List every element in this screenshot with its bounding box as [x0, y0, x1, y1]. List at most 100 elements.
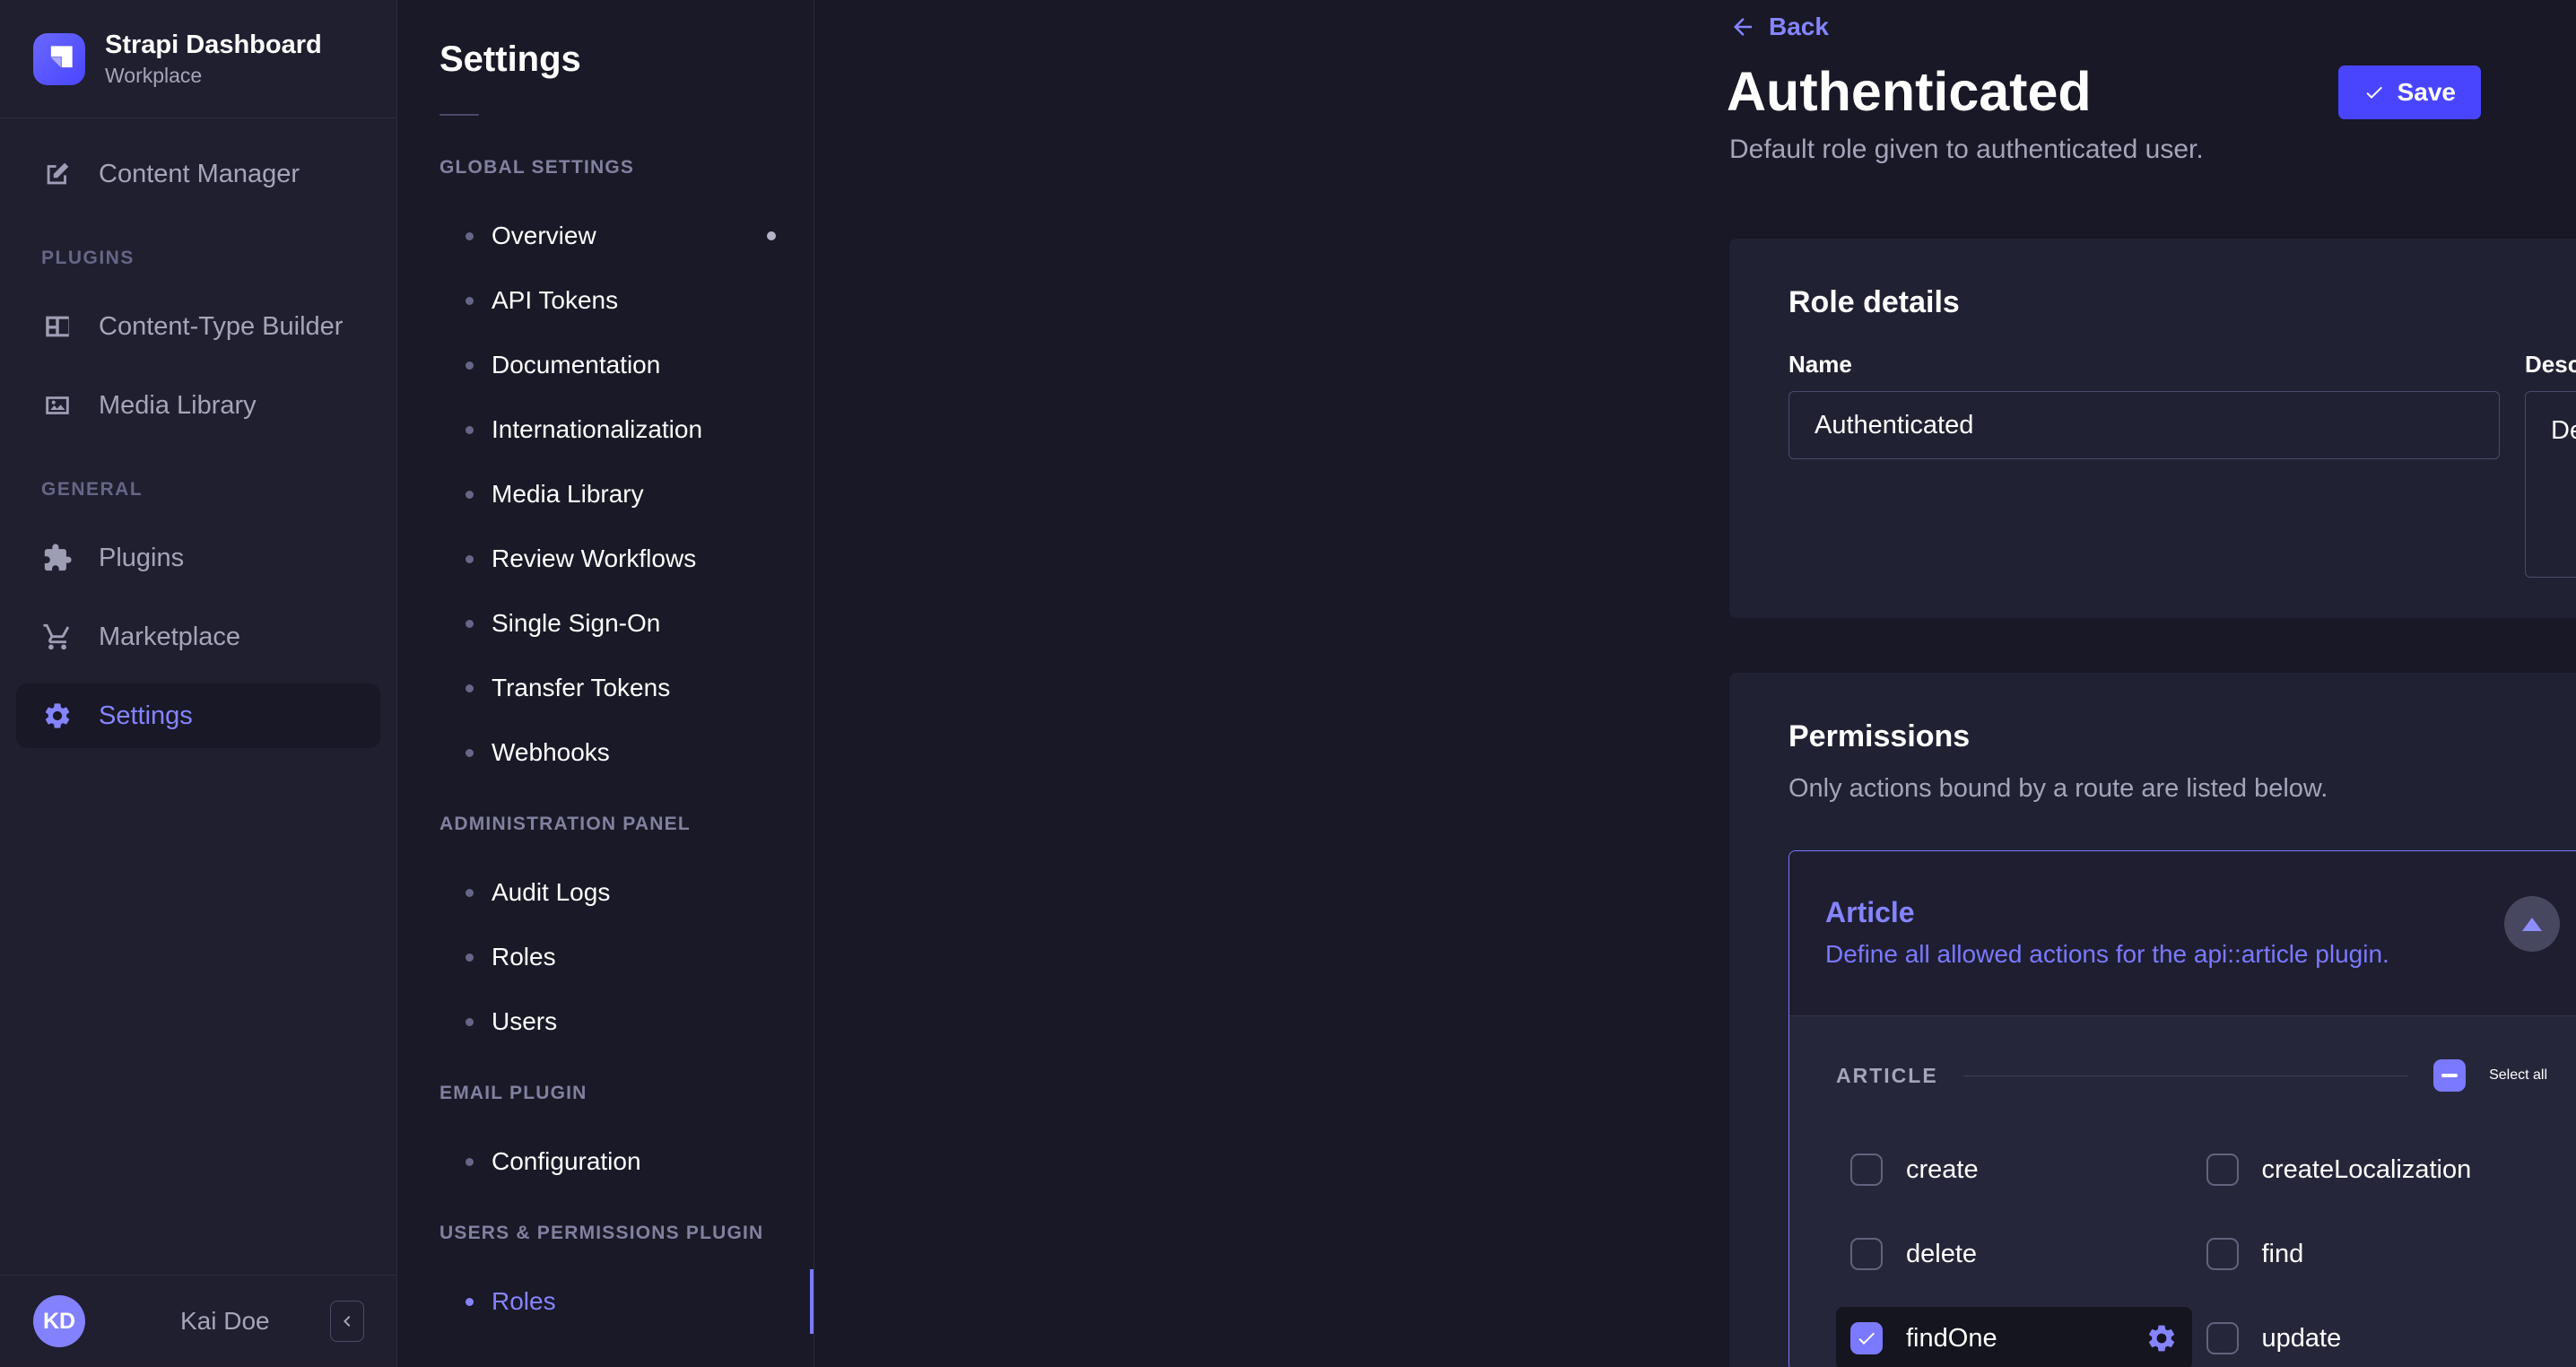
unchecked-checkbox[interactable]: [2206, 1238, 2239, 1270]
settings-section-items: Roles: [397, 1269, 814, 1334]
main-sidebar: Strapi Dashboard Workplace Content Manag…: [0, 0, 397, 1367]
settings-nav-item-transfer-tokens[interactable]: Transfer Tokens: [397, 663, 814, 713]
permission-label: findOne: [1906, 1323, 1997, 1353]
main-nav-section: PLUGINS Content-Type Builder Media Library: [16, 248, 380, 438]
description-label: Description: [2525, 351, 2576, 378]
sidebar-item-label: Content Manager: [99, 159, 300, 188]
caret-up-icon: [2522, 917, 2542, 931]
settings-nav-item-users[interactable]: Users: [397, 997, 814, 1047]
bullet-icon: [466, 1017, 474, 1026]
settings-nav-section: USERS & PERMISSIONS PLUGIN Roles: [397, 1223, 814, 1334]
accordion-title: Article: [1825, 896, 1915, 928]
settings-nav-item-roles[interactable]: Roles: [397, 932, 814, 982]
sidebar-item-marketplace[interactable]: Marketplace: [16, 605, 380, 669]
avatar[interactable]: KD: [33, 1295, 85, 1347]
settings-section-items: Audit Logs Roles Users: [397, 867, 814, 1047]
settings-nav-item-api-tokens[interactable]: API Tokens: [397, 275, 814, 326]
sidebar-item-label: Settings: [99, 701, 193, 730]
page-title: Authenticated: [1727, 61, 2092, 122]
settings-nav-item-label: Transfer Tokens: [492, 674, 671, 701]
settings-nav-item-audit-logs[interactable]: Audit Logs: [397, 867, 814, 918]
settings-nav-item-label: Configuration: [492, 1147, 641, 1175]
description-textarea[interactable]: Default role given to authenticated user…: [2525, 391, 2576, 578]
unchecked-checkbox[interactable]: [2206, 1322, 2239, 1354]
settings-nav-item-roles[interactable]: Roles: [397, 1269, 814, 1334]
strapi-logo-icon: [33, 32, 85, 85]
sidebar-item-content-manager[interactable]: Content Manager: [16, 142, 380, 206]
nav-items: Content Manager: [16, 142, 380, 206]
select-all-checkbox[interactable]: [2433, 1059, 2467, 1092]
settings-nav-list: GLOBAL SETTINGS Overview API Tokens Documen…: [397, 157, 814, 1334]
settings-nav-item-internationalization[interactable]: Internationalization: [397, 405, 814, 455]
select-all-control[interactable]: Select all: [2433, 1059, 2547, 1092]
name-field-group: Name: [1788, 351, 2500, 582]
settings-nav-item-webhooks[interactable]: Webhooks: [397, 727, 814, 778]
accordion-description: Define all allowed actions for the api::…: [1825, 940, 2389, 968]
arrow-left-icon: [1729, 13, 1756, 40]
collapse-sidebar-button[interactable]: [330, 1301, 364, 1342]
bullet-icon: [466, 231, 474, 240]
bullet-icon: [466, 425, 474, 434]
settings-nav-item-documentation[interactable]: Documentation: [397, 340, 814, 390]
settings-section-heading: USERS & PERMISSIONS PLUGIN: [439, 1223, 764, 1243]
nav-items: Content-Type Builder Media Library: [16, 294, 380, 438]
settings-nav-item-label: Webhooks: [492, 738, 610, 766]
permission-item-createlocalization[interactable]: createLocalization: [2192, 1138, 2548, 1201]
collapse-accordion-button[interactable]: [2504, 896, 2560, 952]
permission-item-create[interactable]: create: [1836, 1138, 2192, 1201]
permission-label: createLocalization: [2261, 1154, 2472, 1184]
checked-checkbox[interactable]: [1850, 1322, 1883, 1354]
user-profile-row: KD Kai Doe: [0, 1275, 396, 1367]
settings-nav-item-media-library[interactable]: Media Library: [397, 469, 814, 519]
settings-nav-item-label: API Tokens: [492, 286, 619, 314]
unchecked-checkbox[interactable]: [1850, 1154, 1883, 1186]
gear-icon[interactable]: [2145, 1322, 2178, 1354]
sidebar-item-plugins[interactable]: Plugins: [16, 526, 380, 590]
settings-nav-item-single-sign-on[interactable]: Single Sign-On: [397, 598, 814, 649]
settings-nav-item-label: Users: [492, 1007, 558, 1035]
name-input[interactable]: [1788, 391, 2500, 459]
article-accordion-header[interactable]: Article Define all allowed actions for t…: [1789, 851, 2576, 1015]
select-all-label: Select all: [2489, 1067, 2547, 1083]
settings-nav-item-label: Review Workflows: [492, 544, 697, 572]
user-name: Kai Doe: [180, 1307, 270, 1335]
sidebar-item-label: Plugins: [99, 543, 185, 572]
save-label: Save: [2397, 78, 2456, 106]
settings-nav-item-review-workflows[interactable]: Review Workflows: [397, 534, 814, 584]
sidebar-item-media-library[interactable]: Media Library: [16, 373, 380, 438]
divider: [1962, 1075, 2409, 1076]
action-group-label: ARTICLE: [1836, 1063, 1938, 1087]
main-content: Back Authenticated Default role given to…: [814, 0, 2576, 1367]
sidebar-item-settings[interactable]: Settings: [16, 684, 380, 748]
bullet-icon: [466, 748, 474, 757]
settings-nav-item-overview[interactable]: Overview: [397, 211, 814, 261]
nav-section-heading: PLUGINS: [41, 248, 135, 268]
settings-nav-item-configuration[interactable]: Configuration: [397, 1136, 814, 1187]
unchecked-checkbox[interactable]: [2206, 1154, 2239, 1186]
bullet-icon: [466, 554, 474, 563]
settings-nav-item-label: Overview: [492, 222, 596, 249]
settings-nav-item-label: Roles: [492, 1287, 556, 1315]
workspace-switcher[interactable]: Strapi Dashboard Workplace: [0, 0, 396, 118]
permission-item-findone[interactable]: findOne: [1836, 1307, 2192, 1367]
sidebar-item-content-type-builder[interactable]: Content-Type Builder: [16, 294, 380, 359]
sidebar-item-label: Media Library: [99, 390, 257, 420]
bullet-icon: [466, 953, 474, 962]
bullet-icon: [466, 1157, 474, 1166]
permission-item-find[interactable]: find: [2192, 1223, 2548, 1285]
permission-item-update[interactable]: update: [2192, 1307, 2548, 1367]
unchecked-checkbox[interactable]: [1850, 1238, 1883, 1270]
settings-sidebar: Settings GLOBAL SETTINGS Overview API Toke…: [397, 0, 814, 1367]
permission-label: create: [1906, 1154, 1979, 1184]
nav-section-heading: GENERAL: [41, 479, 144, 500]
content-type-builder-icon: [41, 310, 74, 343]
settings-sidebar-title: Settings: [439, 39, 581, 79]
article-accordion: Article Define all allowed actions for t…: [1788, 850, 2576, 1367]
bullet-icon: [466, 296, 474, 305]
save-button[interactable]: Save: [2337, 65, 2481, 119]
gear-icon: [41, 700, 74, 732]
media-library-icon: [41, 389, 74, 422]
permission-item-delete[interactable]: delete: [1836, 1223, 2192, 1285]
bullet-icon: [466, 490, 474, 499]
back-button[interactable]: Back: [1729, 7, 1829, 47]
